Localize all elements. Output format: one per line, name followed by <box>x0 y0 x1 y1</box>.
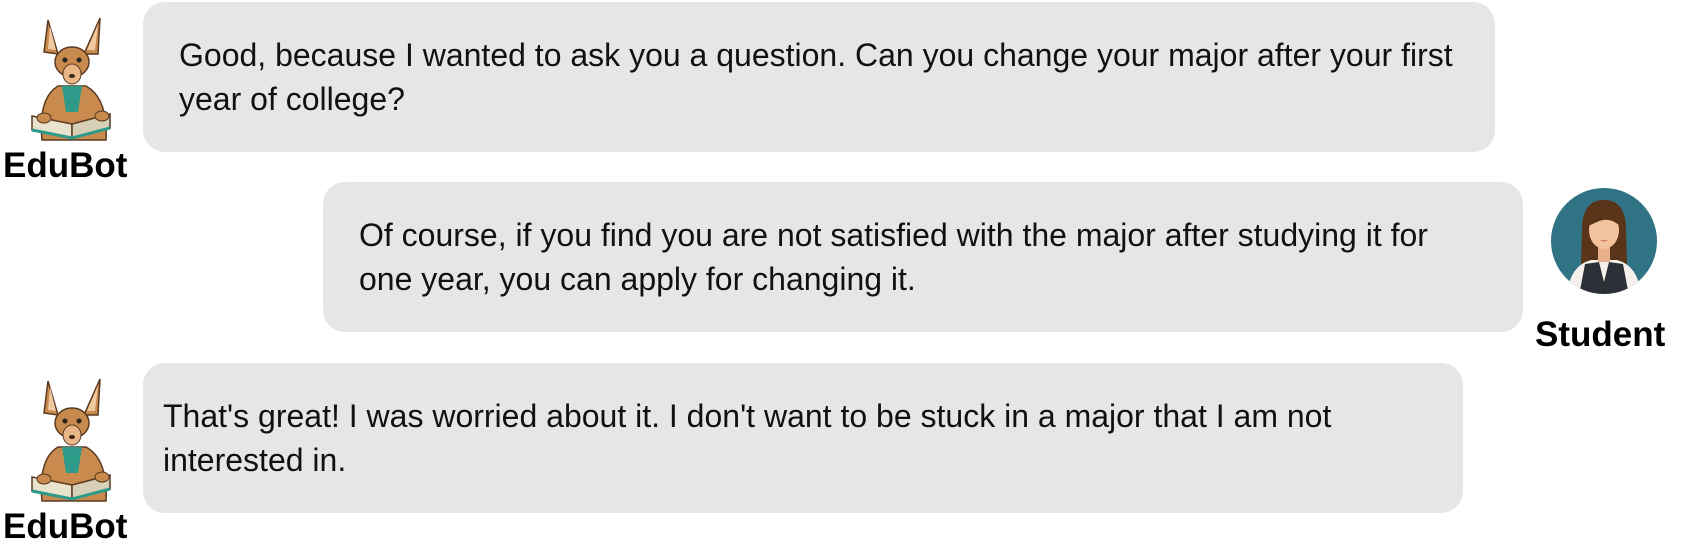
speaker-name-edubot: EduBot <box>3 146 128 185</box>
edubot-avatar <box>14 373 124 503</box>
speaker-name-edubot: EduBot <box>3 507 128 546</box>
chat-message-bubble: Good, because I wanted to ask you a ques… <box>143 2 1495 152</box>
female-student-icon <box>1551 188 1657 294</box>
chat-message-text: Of course, if you find you are not satis… <box>359 217 1428 297</box>
chat-message-text: That's great! I was worried about it. I … <box>163 398 1332 478</box>
edubot-avatar <box>14 12 124 142</box>
chat-message-bubble: Of course, if you find you are not satis… <box>323 182 1523 332</box>
student-avatar <box>1549 186 1659 296</box>
kangaroo-reading-book-icon <box>31 17 111 141</box>
speaker-name-student: Student <box>1535 315 1666 354</box>
chat-message-text: Good, because I wanted to ask you a ques… <box>179 37 1453 117</box>
kangaroo-reading-book-icon <box>31 378 111 502</box>
chat-message-bubble: That's great! I was worried about it. I … <box>143 363 1463 513</box>
